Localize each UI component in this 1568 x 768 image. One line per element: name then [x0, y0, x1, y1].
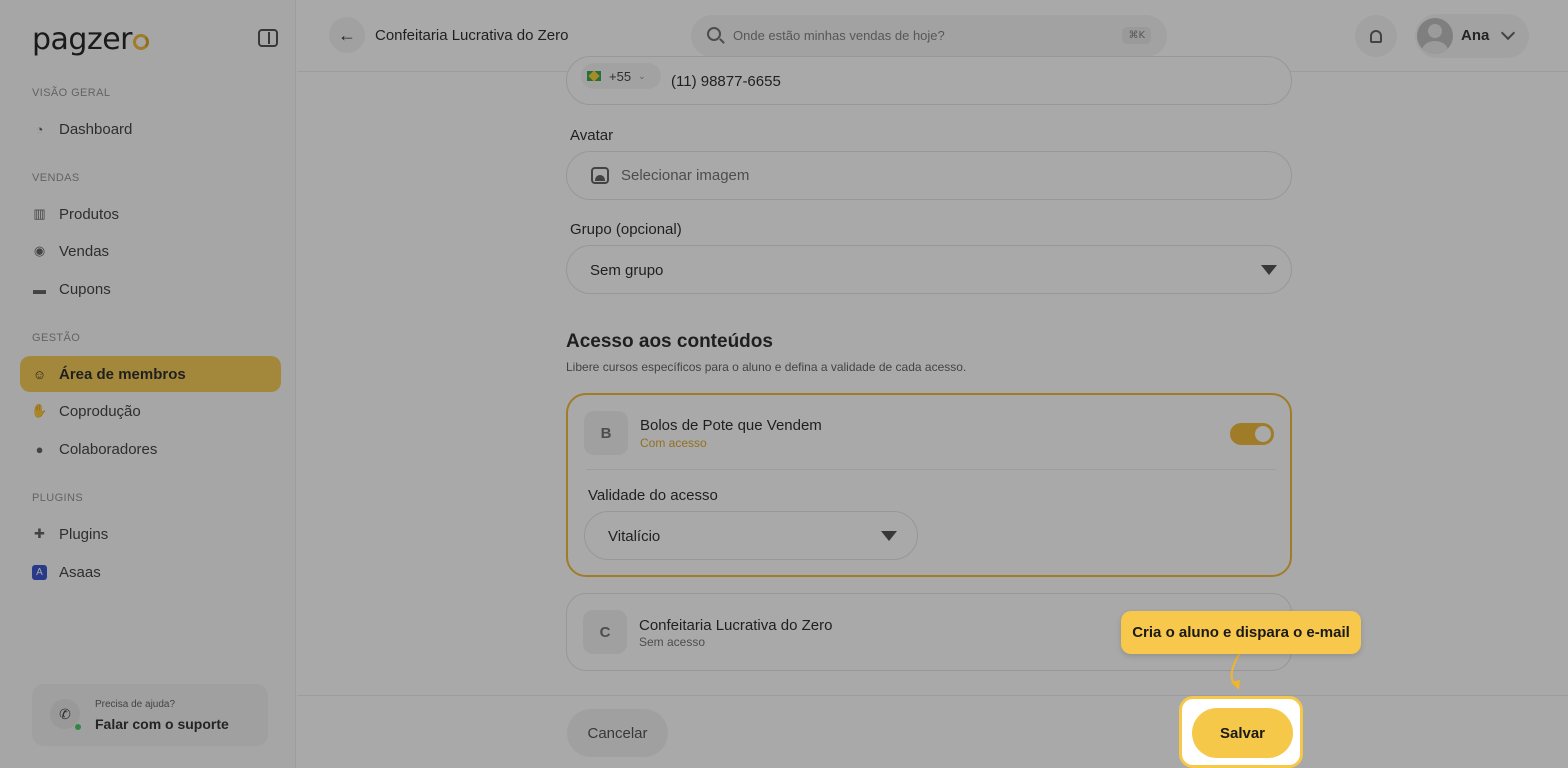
- course-status: Com acesso: [640, 436, 707, 450]
- avatar: [1417, 18, 1453, 54]
- image-icon: [591, 167, 609, 184]
- brand-logo[interactable]: pagzer: [32, 22, 150, 57]
- dashboard-icon: ◔: [35, 121, 44, 137]
- support-caption: Precisa de ajuda?: [95, 699, 176, 710]
- nav-section-title: PLUGINS: [32, 492, 84, 504]
- course-initial-tile: B: [584, 411, 628, 455]
- tour-tooltip: Cria o aluno e dispara o e-mail: [1121, 611, 1361, 654]
- group-value: Sem grupo: [590, 262, 664, 279]
- search-input[interactable]: Onde estão minhas vendas de hoje? ⌘K: [691, 15, 1167, 57]
- sidebar-item-area-de-membros[interactable]: ☺ Área de membros: [20, 356, 281, 392]
- sidebar-item-plugins[interactable]: ✚ Plugins: [20, 516, 281, 552]
- sidebar-item-colaboradores[interactable]: ● Colaboradores: [20, 431, 281, 467]
- coupon-icon: ▬: [33, 281, 46, 297]
- access-toggle[interactable]: [1230, 423, 1274, 445]
- support-link[interactable]: Falar com o suporte: [95, 716, 229, 732]
- form-footer: Cancelar: [297, 695, 1568, 768]
- members-icon: ☺: [32, 366, 47, 382]
- group-select[interactable]: Sem grupo: [566, 245, 1292, 294]
- course-name: Bolos de Pote que Vendem: [640, 417, 822, 434]
- group-label: Grupo (opcional): [570, 221, 682, 238]
- back-arrow-icon[interactable]: ←: [329, 17, 365, 53]
- caret-down-icon: [1261, 265, 1277, 275]
- page-title: Confeitaria Lucrativa do Zero: [375, 27, 569, 44]
- sidebar-item-vendas[interactable]: ◉ Vendas: [20, 233, 281, 269]
- phone-field[interactable]: +55 ⌄ (11) 98877-6655: [566, 56, 1292, 105]
- user-menu[interactable]: Ana: [1415, 14, 1529, 58]
- sidebar-item-label: Coprodução: [59, 402, 141, 420]
- sidebar-item-label: Dashboard: [59, 120, 133, 138]
- sidebar-item-coproducao[interactable]: ✋ Coprodução: [20, 393, 281, 429]
- country-code: +55: [609, 68, 632, 84]
- sidebar-item-label: Colaboradores: [59, 440, 158, 458]
- products-icon: ▥: [33, 206, 46, 221]
- logo-o-mark: [133, 34, 150, 50]
- asaas-icon: A: [32, 564, 47, 580]
- notification-button[interactable]: [1355, 15, 1397, 57]
- divider: [586, 469, 1276, 470]
- caret-down-icon: [881, 531, 897, 541]
- course-card: B Bolos de Pote que Vendem Com acesso Va…: [566, 393, 1292, 577]
- user-name: Ana: [1461, 27, 1490, 44]
- course-initial-tile: C: [583, 610, 627, 654]
- access-section-subtitle: Libere cursos específicos para o aluno e…: [566, 360, 967, 374]
- bell-icon: [1370, 29, 1382, 43]
- sidebar-item-label: Asaas: [59, 563, 101, 581]
- sidebar-item-label: Plugins: [59, 525, 109, 543]
- search-shortcut: ⌘K: [1122, 27, 1151, 44]
- handshake-icon: ✋: [31, 403, 48, 418]
- online-status-dot: [74, 723, 82, 731]
- nav-section-title: GESTÃO: [32, 332, 81, 344]
- nav-section-title: VISÃO GERAL: [32, 87, 111, 99]
- sales-icon: ◉: [33, 243, 46, 258]
- user-icon: ●: [35, 441, 44, 457]
- access-section-title: Acesso aos conteúdos: [566, 331, 773, 352]
- sidebar-item-produtos[interactable]: ▥ Produtos: [20, 196, 281, 232]
- sidebar: pagzer VISÃO GERAL ◔ Dashboard VENDAS ▥ …: [0, 0, 296, 768]
- sidebar-item-cupons[interactable]: ▬ Cupons: [20, 271, 281, 307]
- country-code-select[interactable]: +55 ⌄: [581, 63, 661, 89]
- validity-value: Vitalício: [608, 528, 661, 545]
- search-placeholder: Onde estão minhas vendas de hoje?: [733, 28, 945, 43]
- avatar-label: Avatar: [570, 127, 614, 144]
- sidebar-item-label: Produtos: [59, 205, 120, 223]
- save-button[interactable]: Salvar: [1192, 708, 1293, 758]
- avatar-upload-field[interactable]: Selecionar imagem: [566, 151, 1292, 200]
- course-status: Sem acesso: [639, 635, 706, 649]
- tour-highlight: Salvar: [1179, 696, 1303, 768]
- brazil-flag-icon: [587, 71, 601, 81]
- validity-select[interactable]: Vitalício: [584, 511, 918, 560]
- sidebar-item-dashboard[interactable]: ◔ Dashboard: [20, 111, 281, 147]
- validity-label: Validade do acesso: [588, 487, 718, 504]
- chevron-down-icon: [1500, 25, 1516, 41]
- nav-section-title: VENDAS: [32, 172, 80, 184]
- sidebar-item-label: Cupons: [59, 280, 111, 298]
- course-name: Confeitaria Lucrativa do Zero: [639, 617, 833, 634]
- phone-value: (11) 98877-6655: [671, 73, 781, 90]
- sidebar-item-asaas[interactable]: A Asaas: [20, 554, 281, 590]
- support-card[interactable]: ✆ Precisa de ajuda? Falar com o suporte: [32, 684, 268, 746]
- puzzle-icon: ✚: [34, 526, 45, 541]
- search-icon: [707, 27, 721, 41]
- avatar-placeholder: Selecionar imagem: [621, 167, 750, 184]
- cancel-button[interactable]: Cancelar: [567, 709, 668, 757]
- sidebar-toggle-icon[interactable]: [258, 29, 278, 47]
- sidebar-item-label: Área de membros: [59, 365, 186, 383]
- tooltip-arrow-icon: [1230, 652, 1241, 690]
- sidebar-item-label: Vendas: [59, 242, 110, 260]
- chevron-down-icon: ⌄: [638, 70, 646, 81]
